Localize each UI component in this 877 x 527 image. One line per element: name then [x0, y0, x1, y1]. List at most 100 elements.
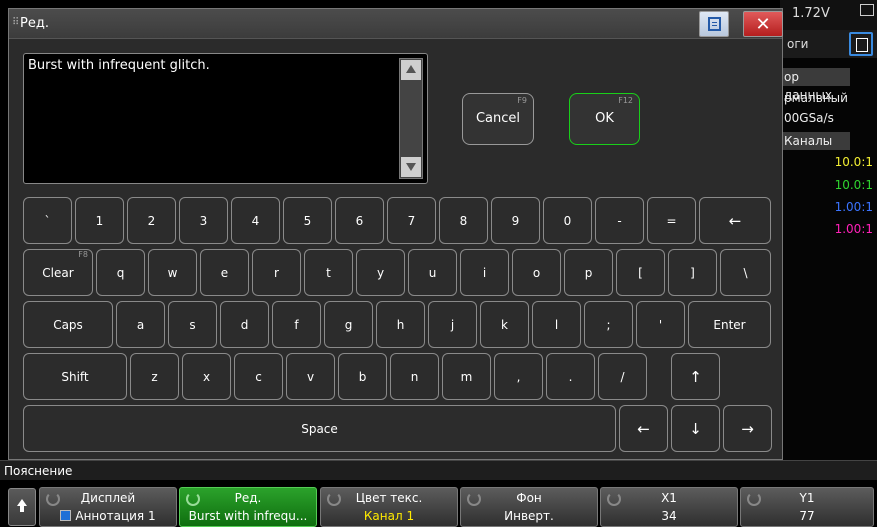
dialog-menu-button[interactable]: [699, 11, 729, 37]
softkey-text-color[interactable]: Цвет текс. Канал 1: [320, 487, 458, 527]
key-right-bracket[interactable]: ]: [668, 249, 717, 296]
key-i[interactable]: i: [460, 249, 509, 296]
key-h[interactable]: h: [376, 301, 425, 348]
acquire-section: ор данных: [780, 68, 850, 102]
key-3[interactable]: 3: [179, 197, 228, 244]
softkey-y1[interactable]: Y1 77: [740, 487, 874, 527]
channel4-probe-ratio: 1.00:1: [834, 222, 873, 236]
key-equals[interactable]: =: [647, 197, 696, 244]
key-e[interactable]: e: [200, 249, 249, 296]
key-caps[interactable]: Caps: [23, 301, 113, 348]
key-7[interactable]: 7: [387, 197, 436, 244]
softkey-display-value: Аннотация 1: [40, 509, 176, 523]
channels-section: Каналы: [780, 132, 850, 150]
cancel-label: Cancel: [475, 111, 521, 126]
key-clear-label: Clear: [42, 266, 74, 280]
key-left-bracket[interactable]: [: [616, 249, 665, 296]
key-2[interactable]: 2: [127, 197, 176, 244]
key-f[interactable]: f: [272, 301, 321, 348]
key-j[interactable]: j: [428, 301, 477, 348]
key-t[interactable]: t: [304, 249, 353, 296]
softkey-background-label: Фон: [516, 491, 542, 505]
key-arrow-left[interactable]: ←: [619, 405, 668, 452]
key-5[interactable]: 5: [283, 197, 332, 244]
key-6[interactable]: 6: [335, 197, 384, 244]
key-k[interactable]: k: [480, 301, 529, 348]
acquire-mode: рмальный: [784, 91, 848, 105]
key-quote[interactable]: ': [636, 301, 685, 348]
key-w[interactable]: w: [148, 249, 197, 296]
key-backslash[interactable]: \: [720, 249, 771, 296]
key-minus[interactable]: -: [595, 197, 644, 244]
key-slash[interactable]: /: [598, 353, 647, 400]
cancel-shortcut: F9: [517, 96, 527, 105]
dialog-titlebar[interactable]: ⠿ Ред. ✕: [9, 9, 783, 39]
side-tab-label[interactable]: оги: [787, 37, 808, 51]
softkey-y1-label: Y1: [799, 491, 815, 505]
key-s[interactable]: s: [168, 301, 217, 348]
key-arrow-down[interactable]: ↓: [671, 405, 720, 452]
softkey-x1[interactable]: X1 34: [600, 487, 738, 527]
cancel-button[interactable]: F9 Cancel: [462, 93, 534, 145]
key-shift[interactable]: Shift: [23, 353, 127, 400]
key-m[interactable]: m: [442, 353, 491, 400]
softkey-edit-label: Ред.: [234, 491, 262, 505]
key-0[interactable]: 0: [543, 197, 592, 244]
softkey-x1-label: X1: [661, 491, 677, 505]
ok-shortcut: F12: [618, 96, 633, 105]
close-button[interactable]: ✕: [743, 11, 783, 37]
key-u[interactable]: u: [408, 249, 457, 296]
text-scrollbar[interactable]: [399, 58, 423, 179]
softkey-background[interactable]: Фон Инверт.: [460, 487, 598, 527]
key-o[interactable]: o: [512, 249, 561, 296]
dialog-title: Ред.: [20, 16, 49, 31]
key-g[interactable]: g: [324, 301, 373, 348]
scroll-down-icon[interactable]: [401, 157, 421, 177]
key-period[interactable]: .: [546, 353, 595, 400]
menu-icon: [708, 17, 721, 31]
close-icon: ✕: [755, 14, 771, 35]
key-d[interactable]: d: [220, 301, 269, 348]
softkey-display-value-text: Аннотация 1: [75, 509, 156, 523]
key-comma[interactable]: ,: [494, 353, 543, 400]
checkbox-icon: [60, 510, 72, 521]
softkey-display[interactable]: Дисплей Аннотация 1: [39, 487, 177, 527]
key-v[interactable]: v: [286, 353, 335, 400]
key-l[interactable]: l: [532, 301, 581, 348]
key-4[interactable]: 4: [231, 197, 280, 244]
drag-grip-icon[interactable]: ⠿: [12, 17, 19, 28]
key-backtick[interactable]: `: [23, 197, 72, 244]
menu-icon[interactable]: [849, 32, 873, 56]
key-semicolon[interactable]: ;: [584, 301, 633, 348]
text-input[interactable]: Burst with infrequent glitch.: [23, 53, 428, 184]
menu-up-button[interactable]: [8, 488, 36, 526]
key-q[interactable]: q: [96, 249, 145, 296]
key-p[interactable]: p: [564, 249, 613, 296]
key-c[interactable]: c: [234, 353, 283, 400]
text-input-value: Burst with infrequent glitch.: [28, 58, 210, 73]
scroll-up-icon[interactable]: [401, 60, 421, 80]
key-9[interactable]: 9: [491, 197, 540, 244]
edit-dialog: ⠿ Ред. ✕ Burst with infrequent glitch. F…: [8, 8, 783, 460]
key-r[interactable]: r: [252, 249, 301, 296]
ok-button[interactable]: F12 OK: [569, 93, 640, 145]
softkey-edit-value: Burst with infrequ...: [188, 509, 308, 523]
key-x[interactable]: x: [182, 353, 231, 400]
key-b[interactable]: b: [338, 353, 387, 400]
key-a[interactable]: a: [116, 301, 165, 348]
key-8[interactable]: 8: [439, 197, 488, 244]
key-y[interactable]: y: [356, 249, 405, 296]
window-icon[interactable]: [860, 4, 874, 16]
key-enter[interactable]: Enter: [688, 301, 771, 348]
key-backspace[interactable]: ←: [699, 197, 771, 244]
key-n[interactable]: n: [390, 353, 439, 400]
clear-shortcut: F8: [78, 250, 88, 259]
key-space[interactable]: Space: [23, 405, 616, 452]
key-arrow-right[interactable]: →: [723, 405, 772, 452]
key-arrow-up[interactable]: ↑: [671, 353, 720, 400]
key-clear[interactable]: F8 Clear: [23, 249, 93, 296]
softkey-x1-value: 34: [661, 509, 677, 523]
softkey-background-value: Инверт.: [504, 509, 554, 523]
softkey-edit[interactable]: Ред. Burst with infrequ...: [179, 487, 317, 527]
key-z[interactable]: z: [130, 353, 179, 400]
